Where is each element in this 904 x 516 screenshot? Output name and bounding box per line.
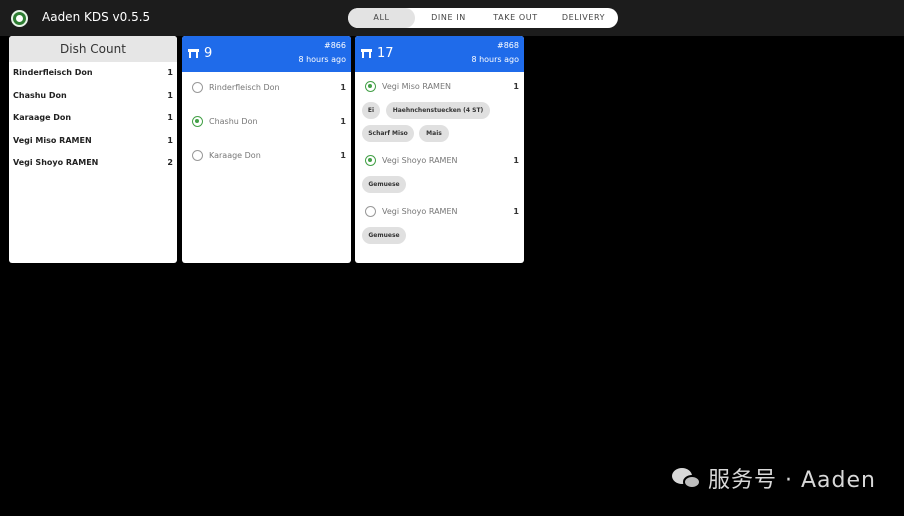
dish-name: Vegi Shoyo RAMEN	[13, 158, 99, 167]
dish-count-value: 1	[167, 135, 173, 145]
dish-name: Vegi Miso RAMEN	[13, 135, 92, 145]
modifier-chip: Ei	[362, 102, 380, 119]
modifier-chip: Haehnchenstuecken (4 ST)	[386, 102, 490, 119]
order-item[interactable]: Chashu Don 1	[182, 106, 351, 140]
item-status-radio[interactable]	[192, 150, 203, 161]
top-bar: Aaden KDS v0.5.5 ALL DINE IN TAKE OUT DE…	[0, 0, 904, 36]
item-name: Rinderfleisch Don	[209, 83, 280, 92]
dish-count-value: 1	[167, 68, 173, 77]
item-name: Vegi Miso RAMEN	[382, 82, 451, 91]
dish-count-row: Vegi Shoyo RAMEN 2	[9, 152, 177, 175]
dish-count-row: Karaage Don 1	[9, 107, 177, 130]
order-number: #866	[324, 41, 346, 50]
order-time: 8 hours ago	[298, 55, 346, 64]
item-modifiers: Ei Haehnchenstuecken (4 ST)	[355, 100, 524, 123]
order-card: 17 #868 8 hours ago Vegi Miso RAMEN 1 Ei…	[355, 36, 524, 263]
dish-count-row: Chashu Don 1	[9, 85, 177, 108]
dish-count-value: 1	[167, 113, 173, 122]
table-icon	[361, 49, 372, 58]
app-logo-icon	[11, 10, 28, 27]
item-name: Vegi Shoyo RAMEN	[382, 156, 458, 165]
modifier-chip: Gemuese	[362, 227, 406, 244]
item-qty: 1	[513, 207, 519, 216]
item-qty: 1	[340, 83, 346, 92]
item-qty: 1	[340, 117, 346, 126]
item-status-radio[interactable]	[365, 206, 376, 217]
dish-name: Chashu Don	[13, 90, 67, 100]
order-header[interactable]: 17 #868 8 hours ago	[355, 36, 524, 72]
dish-count-value: 2	[167, 158, 173, 167]
order-header[interactable]: 9 #866 8 hours ago	[182, 36, 351, 72]
item-qty: 1	[513, 82, 519, 91]
watermark-text: 服务号 · Aaden	[708, 468, 876, 493]
order-item[interactable]: Vegi Shoyo RAMEN 1	[355, 197, 524, 225]
filter-take-out-tab[interactable]: TAKE OUT	[482, 8, 549, 28]
dish-count-row: Rinderfleisch Don 1	[9, 62, 177, 85]
item-modifiers: Gemuese	[355, 225, 524, 248]
dish-count-value: 1	[167, 90, 173, 100]
filter-all-tab[interactable]: ALL	[348, 8, 415, 28]
item-name: Karaage Don	[209, 151, 261, 160]
order-item[interactable]: Rinderfleisch Don 1	[182, 72, 351, 106]
order-item[interactable]: Vegi Shoyo RAMEN 1	[355, 146, 524, 174]
filter-delivery-tab[interactable]: DELIVERY	[549, 8, 618, 28]
order-card: 9 #866 8 hours ago Rinderfleisch Don 1 C…	[182, 36, 351, 263]
dish-name: Karaage Don	[13, 113, 72, 122]
modifier-chip: Scharf Miso	[362, 125, 414, 142]
order-type-filter: ALL DINE IN TAKE OUT DELIVERY	[348, 8, 618, 28]
modifier-chip: Mais	[419, 125, 449, 142]
dish-count-title: Dish Count	[9, 36, 177, 62]
item-name: Chashu Don	[209, 117, 258, 126]
app-title: Aaden KDS v0.5.5	[42, 10, 151, 24]
dish-name: Rinderfleisch Don	[13, 68, 93, 77]
item-modifiers: Scharf Miso Mais	[355, 123, 524, 146]
dish-count-row: Vegi Miso RAMEN 1	[9, 130, 177, 153]
modifier-chip: Gemuese	[362, 176, 406, 193]
dish-count-panel: Dish Count Rinderfleisch Don 1 Chashu Do…	[9, 36, 177, 263]
item-qty: 1	[340, 151, 346, 160]
item-status-radio[interactable]	[192, 82, 203, 93]
item-status-radio[interactable]	[365, 81, 376, 92]
item-status-radio[interactable]	[192, 116, 203, 127]
item-modifiers: Gemuese	[355, 174, 524, 197]
order-item[interactable]: Karaage Don 1	[182, 140, 351, 174]
order-item[interactable]: Vegi Miso RAMEN 1	[355, 72, 524, 100]
table-icon	[188, 49, 199, 58]
item-name: Vegi Shoyo RAMEN	[382, 207, 458, 216]
item-qty: 1	[513, 156, 519, 165]
item-status-radio[interactable]	[365, 155, 376, 166]
watermark: 服务号 · Aaden	[672, 462, 876, 494]
table-number: 17	[377, 46, 394, 61]
table-number: 9	[204, 46, 213, 61]
wechat-icon	[672, 468, 702, 490]
filter-dine-in-tab[interactable]: DINE IN	[415, 8, 482, 28]
order-number: #868	[497, 41, 519, 50]
order-time: 8 hours ago	[471, 55, 519, 64]
